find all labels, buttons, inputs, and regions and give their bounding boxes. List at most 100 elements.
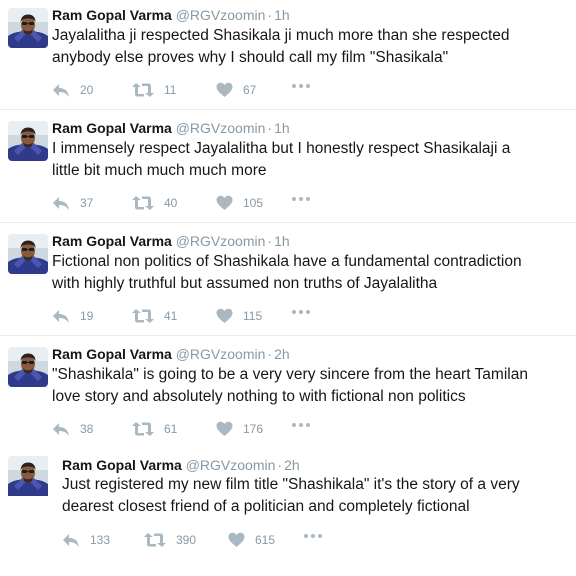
user-handle[interactable]: @RGVzoomin — [176, 233, 266, 249]
tweet-text-line: I immensely respect Jayalalitha but I ho… — [52, 140, 511, 157]
like-count: 105 — [243, 196, 264, 210]
avatar[interactable] — [8, 456, 54, 502]
reply-count: 133 — [90, 533, 111, 547]
tweet-header: Ram Gopal Varma @RGVzoomin · 1h — [52, 119, 290, 137]
reply-button[interactable]: 37 — [52, 193, 93, 213]
user-handle[interactable]: @RGVzoomin — [186, 457, 276, 473]
reply-icon — [52, 421, 70, 437]
retweet-button[interactable]: 390 — [144, 530, 196, 550]
heart-icon — [216, 421, 233, 437]
tweet-text-line: Fictional non politics of Shashikala hav… — [52, 253, 522, 270]
heart-icon — [216, 82, 233, 98]
more-options-icon[interactable] — [292, 310, 310, 314]
tweet-4[interactable]: Ram Gopal Varma @RGVzoomin · 2h "Shashikal… — [0, 339, 576, 449]
reply-button[interactable]: 20 — [52, 80, 93, 100]
heart-icon — [216, 308, 233, 324]
display-name[interactable]: Ram Gopal Varma — [52, 120, 172, 136]
retweet-count: 11 — [164, 83, 177, 97]
reply-icon — [62, 532, 80, 548]
retweet-button[interactable]: 61 — [132, 419, 177, 439]
tweet-divider — [0, 222, 576, 223]
display-name[interactable]: Ram Gopal Varma — [52, 7, 172, 23]
tweet-timeline: Ram Gopal Varma @RGVzoomin · 1h Jayalalith… — [0, 0, 576, 576]
retweet-icon — [132, 82, 154, 98]
retweet-count: 41 — [164, 309, 178, 323]
like-button[interactable]: 105 — [216, 193, 263, 213]
tweet-text: Jayalalitha ji respected Shasikala ji mu… — [52, 25, 542, 69]
tweet-text-line: with highly truthful but assumed non tru… — [52, 275, 438, 292]
like-button[interactable]: 615 — [228, 530, 275, 550]
display-name[interactable]: Ram Gopal Varma — [52, 346, 172, 362]
avatar[interactable] — [8, 234, 48, 274]
user-handle[interactable]: @RGVzoomin — [176, 346, 266, 362]
like-button[interactable]: 67 — [216, 80, 256, 100]
timestamp[interactable]: 2h — [284, 457, 300, 473]
more-options-icon[interactable] — [292, 197, 310, 201]
heart-icon — [216, 195, 233, 211]
like-count: 67 — [243, 83, 257, 97]
separator-dot: · — [267, 233, 273, 249]
reply-icon — [52, 308, 70, 324]
separator-dot: · — [267, 7, 273, 23]
tweet-text: Just registered my new film title "Shash… — [62, 474, 552, 518]
timestamp[interactable]: 1h — [274, 120, 290, 136]
more-options-icon[interactable] — [304, 534, 322, 538]
separator-dot: · — [277, 457, 283, 473]
tweet-text: I immensely respect Jayalalitha but I ho… — [52, 138, 542, 182]
tweet-text-line: Jayalalitha ji respected Shasikala ji mu… — [52, 27, 510, 44]
more-options-icon[interactable] — [292, 423, 310, 427]
tweet-divider — [0, 109, 576, 110]
tweet-text: "Shashikala" is going to be a very very … — [52, 364, 542, 408]
timestamp[interactable]: 1h — [274, 7, 290, 23]
like-count: 115 — [243, 309, 263, 323]
avatar[interactable] — [8, 347, 48, 387]
tweet-header: Ram Gopal Varma @RGVzoomin · 2h — [62, 456, 300, 474]
tweet-3[interactable]: Ram Gopal Varma @RGVzoomin · 1h Fictional … — [0, 226, 576, 336]
tweet-text: Fictional non politics of Shashikala hav… — [52, 251, 542, 295]
reply-count: 37 — [80, 196, 94, 210]
tweet-text-line: "Shashikala" is going to be a very very … — [52, 366, 528, 383]
display-name[interactable]: Ram Gopal Varma — [52, 233, 172, 249]
like-button[interactable]: 115 — [216, 306, 262, 326]
reply-count: 38 — [80, 422, 94, 436]
reply-count: 20 — [80, 83, 94, 97]
display-name[interactable]: Ram Gopal Varma — [62, 457, 182, 473]
tweet-1[interactable]: Ram Gopal Varma @RGVzoomin · 1h Jayalalith… — [0, 0, 576, 110]
tweet-2[interactable]: Ram Gopal Varma @RGVzoomin · 1h I immensel… — [0, 113, 576, 223]
tweet-text-line: Just registered my new film title "Shash… — [62, 476, 520, 493]
separator-dot: · — [267, 120, 273, 136]
like-count: 615 — [255, 533, 276, 547]
tweet-header: Ram Gopal Varma @RGVzoomin · 2h — [52, 345, 290, 363]
user-handle[interactable]: @RGVzoomin — [176, 7, 266, 23]
tweet-divider — [0, 335, 576, 336]
separator-dot: · — [267, 346, 273, 362]
reply-button[interactable]: 19 — [52, 306, 93, 326]
retweet-button[interactable]: 40 — [132, 193, 177, 213]
tweet-header: Ram Gopal Varma @RGVzoomin · 1h — [52, 232, 290, 250]
reply-button[interactable]: 133 — [62, 530, 110, 550]
avatar[interactable] — [8, 8, 48, 48]
like-button[interactable]: 176 — [216, 419, 263, 439]
timestamp[interactable]: 2h — [274, 346, 290, 362]
like-count: 176 — [243, 422, 264, 436]
avatar[interactable] — [8, 121, 48, 161]
retweet-icon — [132, 308, 154, 324]
reply-button[interactable]: 38 — [52, 419, 93, 439]
reply-icon — [52, 82, 70, 98]
retweet-icon — [132, 421, 154, 437]
reply-icon — [52, 195, 70, 211]
tweet-header: Ram Gopal Varma @RGVzoomin · 1h — [52, 6, 290, 24]
retweet-count: 61 — [164, 422, 178, 436]
heart-icon — [228, 532, 245, 548]
user-handle[interactable]: @RGVzoomin — [176, 120, 266, 136]
tweet-text-line: little bit much much much more — [52, 162, 267, 179]
retweet-button[interactable]: 41 — [132, 306, 177, 326]
retweet-icon — [144, 532, 166, 548]
retweet-button[interactable]: 11 — [132, 80, 176, 100]
tweet-5[interactable]: Ram Gopal Varma @RGVzoomin · 2h Just regis… — [0, 452, 576, 576]
more-options-icon[interactable] — [292, 84, 310, 88]
tweet-text-line: dearest closest friend of a politician a… — [62, 498, 470, 515]
reply-count: 19 — [80, 309, 94, 323]
retweet-count: 40 — [164, 196, 178, 210]
timestamp[interactable]: 1h — [274, 233, 290, 249]
